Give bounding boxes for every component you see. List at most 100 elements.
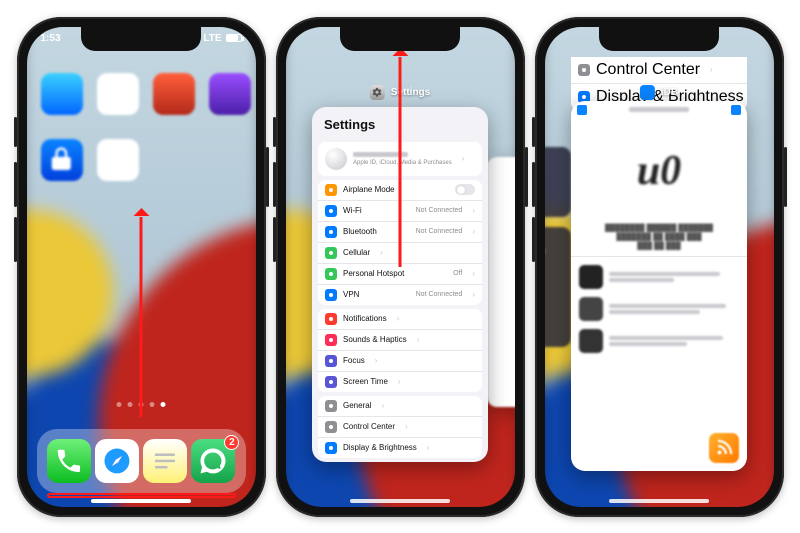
safari-app-icon[interactable] [95, 439, 139, 483]
app-icon[interactable] [153, 73, 195, 115]
row-label: Control Center [596, 61, 700, 79]
settings-row[interactable]: Focus › [318, 350, 482, 371]
chevron-right-icon: › [472, 227, 475, 236]
widget-stack-peek[interactable]: TodTueWedThu [545, 147, 571, 347]
hourglass-icon [325, 376, 337, 388]
chevron-right-icon: › [462, 154, 465, 163]
widget-calendar[interactable]: TodTueWedThu [545, 227, 571, 347]
battery-icon [226, 34, 242, 42]
browser-topbar [571, 101, 747, 119]
status-time: 1:53 [41, 33, 61, 44]
square-icon [578, 64, 590, 76]
wifi-icon [325, 205, 337, 217]
annotation-arrow [140, 217, 143, 417]
phone-app-icon[interactable] [47, 439, 91, 483]
chevron-right-icon: › [380, 248, 383, 257]
iphone-mockup-1: 1:53 LTE [17, 17, 266, 517]
notch [81, 27, 201, 51]
row-label: Display & Brightness [343, 443, 417, 452]
chevron-right-icon: › [417, 335, 420, 344]
app-icon[interactable] [209, 73, 251, 115]
settings-row[interactable]: VPNNot Connected› [318, 284, 482, 305]
chevron-right-icon: › [381, 401, 384, 410]
iphone-mockup-3: Control Center›Display & Brightness› iDB… [535, 17, 784, 517]
row-label: VPN [343, 290, 359, 299]
settings-row[interactable]: Display & Brightness › [318, 437, 482, 458]
moon-icon [325, 355, 337, 367]
calendar-day-label: Tue [545, 237, 571, 247]
home-indicator[interactable] [609, 499, 709, 503]
row-label: Personal Hotspot [343, 269, 404, 278]
settings-row[interactable]: Sounds & Haptics› [318, 329, 482, 350]
settings-row[interactable]: Control Center › [571, 57, 747, 83]
chevron-right-icon: › [472, 206, 475, 215]
list-item[interactable] [571, 261, 747, 293]
notch [599, 27, 719, 51]
settings-icon [370, 85, 385, 100]
calendar-day-label: Thu [545, 257, 571, 267]
row-value: Off [453, 270, 462, 277]
app-icon[interactable] [97, 139, 139, 181]
notes-app-icon[interactable] [143, 439, 187, 483]
home-screen-row [41, 73, 251, 115]
airplane-icon [325, 184, 337, 196]
calendar-day-label: Wed [545, 247, 571, 257]
share-icon[interactable] [731, 105, 741, 115]
row-label: Screen Time [343, 377, 388, 386]
gear-icon [325, 400, 337, 412]
app-icon[interactable] [41, 73, 83, 115]
dock: 2 [37, 429, 246, 493]
link-icon [325, 268, 337, 280]
vpn-icon [325, 289, 337, 301]
list-item[interactable] [571, 325, 747, 357]
avatar [325, 148, 347, 170]
settings-row[interactable]: Screen Time› [318, 371, 482, 392]
chevron-right-icon: › [427, 443, 430, 452]
row-label: Airplane Mode [343, 185, 395, 194]
row-label: Focus [343, 356, 365, 365]
carrier-label: LTE [203, 33, 221, 44]
row-label: Notifications [343, 314, 387, 323]
notification-badge: 2 [224, 435, 239, 450]
sliders-icon [325, 421, 337, 433]
app-icon[interactable] [41, 139, 83, 181]
row-label: Cellular [343, 248, 370, 257]
screen-home[interactable]: 1:53 LTE [27, 27, 256, 507]
sun-icon [325, 442, 337, 454]
switcher-card-browser[interactable]: u0 ████████ ██████ ██████████████ ██ ███… [571, 101, 747, 471]
switcher-app-name: iDB [661, 87, 678, 98]
settings-row[interactable]: Control Center› [318, 416, 482, 437]
speaker-icon [325, 334, 337, 346]
row-label: Control Center [343, 422, 395, 431]
bluetooth-icon [325, 226, 337, 238]
home-indicator[interactable] [91, 499, 191, 503]
chevron-right-icon: › [375, 356, 378, 365]
settings-group-general: General›Control Center›Display & Brightn… [318, 396, 482, 458]
bell-icon [325, 313, 337, 325]
calendar-day-label: Tod [545, 227, 571, 237]
home-indicator[interactable] [350, 499, 450, 503]
back-icon[interactable] [577, 105, 587, 115]
row-value: Not Connected [416, 228, 463, 235]
iphone-mockup-2: Settings Settings Apple ID, iCloud, Medi… [276, 17, 525, 517]
row-value: Not Connected [416, 207, 463, 214]
chevron-right-icon: › [397, 314, 400, 323]
switcher-card-peek[interactable] [487, 157, 515, 407]
whatsapp-app-icon[interactable]: 2 [191, 439, 235, 483]
screen-app-switcher-2[interactable]: Control Center›Display & Brightness› iDB… [545, 27, 774, 507]
switcher-app-label: iDB [640, 85, 678, 100]
app-icon[interactable] [97, 73, 139, 115]
antenna-icon [325, 247, 337, 259]
screen-app-switcher[interactable]: Settings Settings Apple ID, iCloud, Medi… [286, 27, 515, 507]
rss-icon[interactable] [709, 433, 739, 463]
hero-logo: u0 [571, 119, 747, 224]
widget[interactable] [545, 147, 571, 217]
toggle[interactable] [455, 184, 475, 195]
chevron-right-icon: › [472, 290, 475, 299]
home-screen-row [41, 139, 139, 181]
list-item[interactable] [571, 293, 747, 325]
settings-row[interactable]: Notifications › [318, 309, 482, 329]
settings-row[interactable]: General› [318, 396, 482, 416]
chevron-right-icon: › [710, 65, 713, 74]
idb-icon [640, 85, 655, 100]
